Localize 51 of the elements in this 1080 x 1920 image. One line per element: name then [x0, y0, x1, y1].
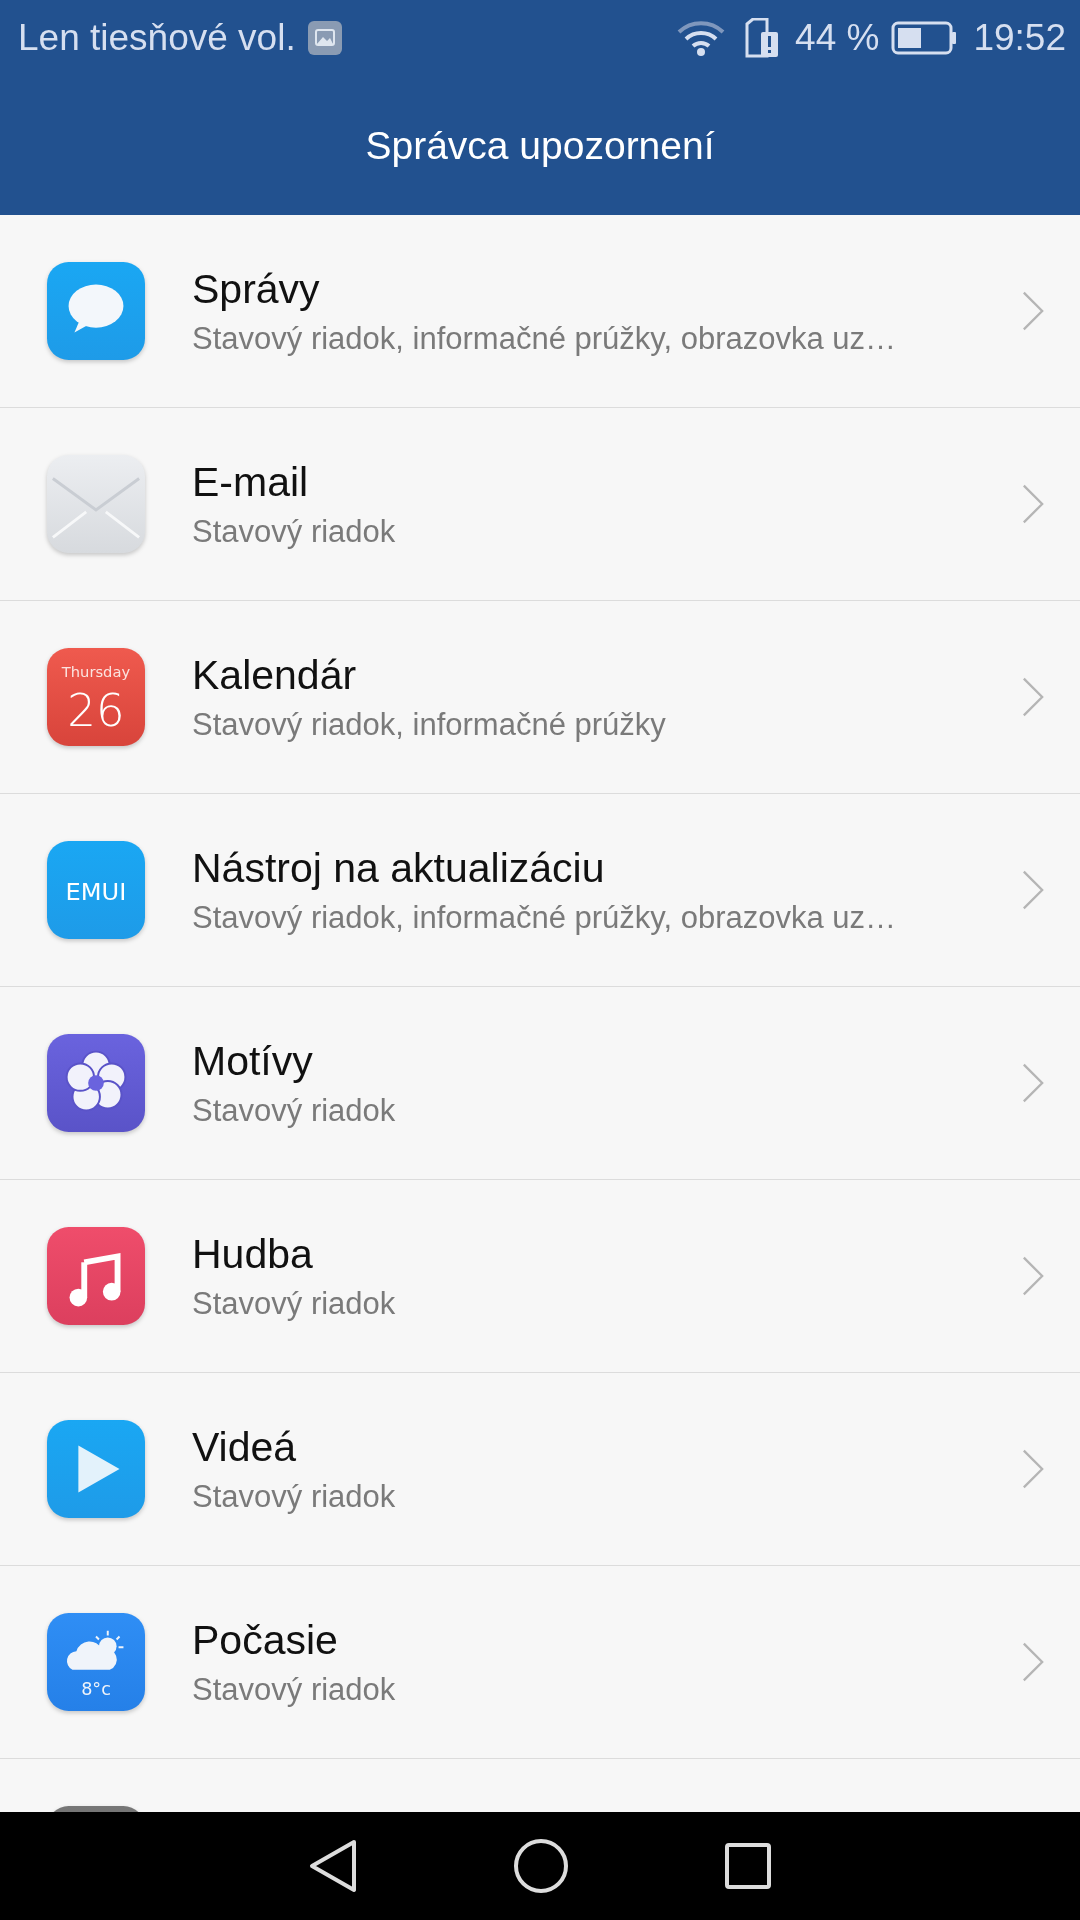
app-row[interactable]: 8°c Počasie Stavový riadok: [0, 1566, 1080, 1759]
chevron-icon: [1022, 869, 1044, 911]
app-row[interactable]: Hudba Stavový riadok: [0, 1180, 1080, 1373]
app-row[interactable]: E-mail Stavový riadok: [0, 408, 1080, 601]
chevron-icon: [1022, 676, 1044, 718]
app-name: Nástroj na aktualizáciu: [192, 844, 606, 892]
notification-types: Stavový riadok, informačné prúžky, obrazovka uz…: [192, 320, 898, 357]
app-row[interactable]: Thursday 26 Kalendár Stavový riadok, informačné prúžky: [0, 601, 1080, 794]
notification-types: Stavový riadok: [192, 1478, 397, 1515]
app-row[interactable]: Motívy Stavový riadok: [0, 987, 1080, 1180]
back-icon[interactable]: [307, 1839, 358, 1893]
speech-bubble-icon: [47, 262, 145, 360]
battery-icon: [891, 21, 958, 55]
app-name: Počasie: [192, 1616, 339, 1664]
battery-percent: 44 %: [795, 17, 880, 59]
notification-types: Stavový riadok: [192, 1671, 397, 1708]
notification-types: Stavový riadok: [192, 513, 397, 550]
notification-types: Stavový riadok: [192, 1285, 397, 1322]
home-icon[interactable]: [513, 1838, 569, 1894]
app-name: Videá: [192, 1423, 298, 1471]
chevron-icon: [1022, 1062, 1044, 1104]
sim-alert-icon: [745, 18, 780, 58]
image-notification-icon: [307, 21, 342, 55]
update-icon: EMUI: [47, 841, 145, 939]
chevron-icon: [1022, 290, 1044, 332]
carrier-text: Len tiesňové vol.: [18, 17, 296, 59]
app-row[interactable]: Videá Stavový riadok: [0, 1373, 1080, 1566]
chevron-icon: [1022, 1641, 1044, 1683]
envelope-icon: [47, 455, 145, 553]
flower-icon: [47, 1034, 145, 1132]
wifi-icon: [677, 20, 726, 56]
app-name: Kalendár: [192, 651, 358, 699]
calendar-icon: Thursday 26: [47, 648, 145, 746]
chevron-icon: [1022, 1255, 1044, 1297]
app-name: Správy: [192, 265, 321, 313]
app-row[interactable]: Správy Stavový riadok, informačné prúžky, obrazovka uz…: [0, 215, 1080, 408]
play-icon: [47, 1420, 145, 1518]
notification-types: Stavový riadok: [192, 1092, 397, 1129]
recents-icon[interactable]: [724, 1842, 773, 1890]
clock: 19:52: [973, 17, 1066, 59]
notification-types: Stavový riadok, informačné prúžky, obrazovka uz…: [192, 899, 898, 936]
chevron-icon: [1022, 483, 1044, 525]
music-note-icon: [47, 1227, 145, 1325]
app-name: Motívy: [192, 1037, 314, 1085]
notification-types: Stavový riadok, informačné prúžky: [192, 706, 667, 743]
app-name: E-mail: [192, 458, 310, 506]
screen-title: Správca upozornení: [365, 123, 715, 168]
app-row[interactable]: EMUI Nástroj na aktualizáciu Stavový riadok, informačné prúžky, obrazovka uz…: [0, 794, 1080, 987]
chevron-icon: [1022, 1448, 1044, 1490]
app-name: Hudba: [192, 1230, 314, 1278]
weather-icon: 8°c: [47, 1613, 145, 1711]
